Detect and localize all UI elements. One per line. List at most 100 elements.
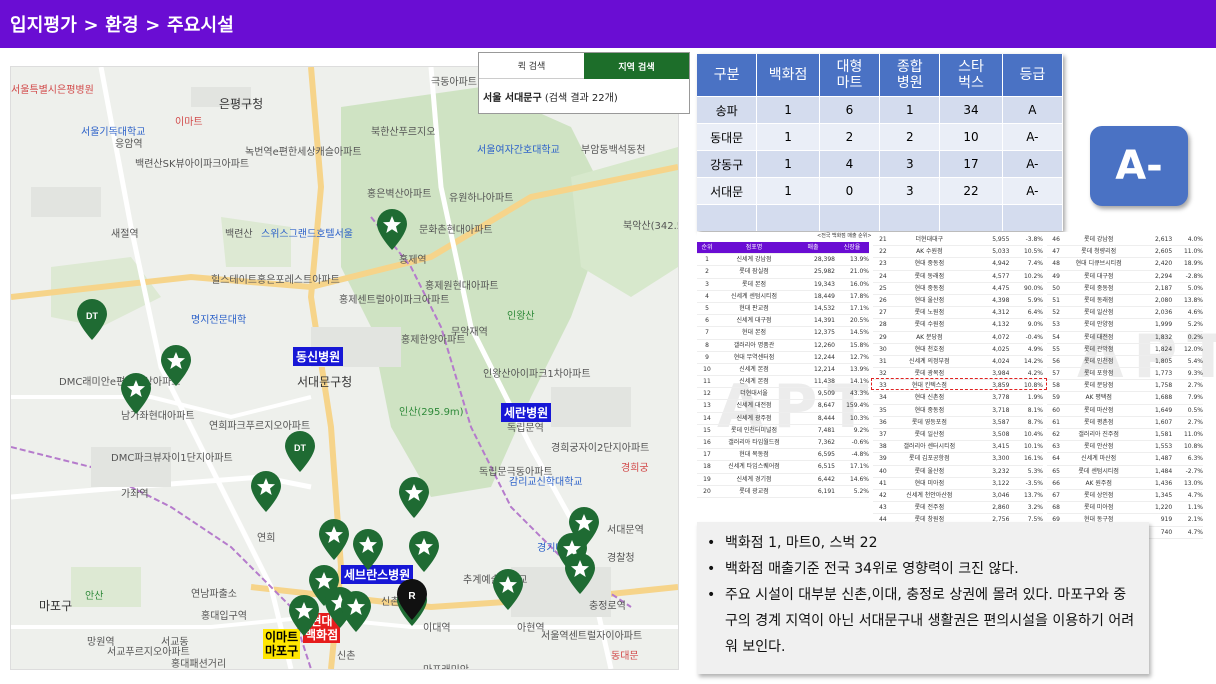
map-label: 감리교신학대학교 [509, 477, 583, 488]
star-pin-icon[interactable] [397, 475, 431, 519]
drive-thru-pin-icon[interactable]: DT [75, 297, 109, 341]
ranking-cell: 16.1% [1023, 455, 1043, 463]
ranking-cell: 7,362 [817, 439, 835, 446]
ranking-cell: 16 [703, 439, 711, 446]
ranking-cell: 4 [705, 292, 709, 300]
table-cell: A- [1002, 123, 1064, 151]
ranking-row: 4 신세계 센텀시티점 18,449 17.8% [697, 291, 869, 303]
star-pin-icon[interactable] [249, 469, 283, 513]
ranking-cell: AK 수원점 [916, 248, 943, 256]
ranking-cell: 43.3% [849, 390, 869, 398]
ranking-cell: 12,375 [814, 329, 835, 337]
column-header: 종합 병원 [879, 54, 941, 97]
drive-thru-pin-icon[interactable]: DT [283, 429, 317, 473]
map-label: 이마트 [175, 117, 203, 128]
ranking-cell: 14.1% [849, 378, 869, 386]
ranking-cell: 4.9% [1027, 345, 1043, 353]
ranking-cell: 롯데 영등포점 [911, 418, 947, 426]
ranking-cell: 59 [1052, 394, 1060, 402]
ranking-cell: 갤러리아 센터시티점 [903, 443, 956, 451]
ranking-cell: 18.9% [1183, 260, 1203, 268]
ranking-cell: 롯데 안산점 [1083, 443, 1114, 451]
map-label: 서울여자간호대학교 [477, 145, 560, 156]
ranking-cell: 58 [1052, 382, 1060, 390]
star-pin-icon[interactable] [317, 517, 351, 561]
map-label: 인왕산 [507, 311, 535, 322]
star-pin-icon[interactable] [351, 527, 385, 571]
ranking-caption: <전국 백화점 매출 순위> [817, 233, 872, 239]
ranking-cell: 롯데 노원점 [914, 309, 945, 317]
map-label: 문화촌현대아파트 [419, 225, 493, 236]
ranking-cell: -2.7% [1185, 467, 1203, 475]
star-pin-icon[interactable] [119, 371, 153, 415]
ranking-cell: 3 [705, 280, 709, 288]
ranking-cell: 8.1% [1027, 406, 1043, 414]
table-row: 동대문 1 2 2 10 A- [697, 123, 1064, 151]
ranking-cell: 1,553 [1154, 443, 1173, 451]
star-pin-icon[interactable] [339, 589, 373, 633]
ranking-cell: 6.3% [1187, 455, 1203, 463]
column-header: 구분 [697, 54, 758, 97]
table-cell: 2 [819, 123, 881, 151]
ranking-cell: 4,942 [992, 260, 1010, 268]
ranking-cell: 4.7% [1187, 528, 1203, 536]
ranking-cell: 8,444 [817, 414, 835, 422]
ranking-cell: 14.5% [849, 329, 869, 337]
ranking-cell: 현대 본점 [742, 329, 766, 337]
ranking-cell: 66 [1052, 479, 1060, 487]
ranking-cell: 10.8% [1183, 443, 1203, 451]
ranking-cell: 7,481 [817, 426, 835, 434]
ranking-cell: 29 [879, 333, 887, 341]
star-pin-icon[interactable] [375, 207, 409, 251]
table-cell: 1 [756, 96, 820, 124]
ranking-cell: 5.2% [1187, 321, 1203, 329]
ranking-row: 56 롯데 인천점 1,805 5.4% [1047, 356, 1203, 369]
ranking-cell: 38 [879, 443, 887, 451]
ranking-cell: 65 [1052, 467, 1060, 475]
ranking-row: 36 롯데 영등포점 3,587 8.7% [873, 417, 1043, 429]
ranking-cell: 0.2% [1187, 333, 1203, 341]
ranking-cell: 3,232 [992, 467, 1010, 475]
ranking-cell: 롯데 전주점 [914, 504, 945, 512]
star-pin-icon[interactable] [491, 567, 525, 611]
tab-region-search[interactable]: 지역 검색 [584, 53, 689, 79]
ranking-cell: 25,982 [814, 268, 835, 276]
ranking-header: 신장율 [843, 244, 861, 251]
ranking-cell: 7.9% [1187, 394, 1203, 402]
ranking-cell: 1,436 [1154, 479, 1173, 487]
ranking-cell: 20.5% [849, 317, 869, 325]
star-pin-icon[interactable] [287, 593, 321, 637]
ranking-cell: 신세계 대전점 [736, 402, 772, 410]
map-view[interactable]: 서울특별시은평병원 은평구청 서울기독대학교 이마트 백련산SK뷰아이파크아파트… [10, 66, 679, 670]
ranking-cell: 10.5% [1023, 248, 1043, 256]
ranking-row: 58 롯데 분당점 1,758 2.7% [1047, 380, 1203, 393]
ranking-cell: 1,649 [1154, 406, 1173, 414]
ranking-row: 17 현대 목동점 6,595 -4.8% [697, 449, 869, 462]
ranking-cell: 2,613 [1154, 236, 1173, 243]
star-pin-icon[interactable] [159, 343, 193, 387]
ranking-cell: 3,778 [992, 394, 1010, 402]
ranking-cell: AK 원주점 [1085, 479, 1112, 487]
ranking-cell: 67 [1052, 491, 1060, 499]
ranking-cell: -3.5% [1025, 479, 1043, 487]
ranking-cell: 46 [1052, 236, 1060, 243]
star-pin-icon[interactable] [407, 529, 441, 573]
map-label: 백련산SK뷰아이파크아파트 [135, 159, 250, 170]
ranking-cell: 1,805 [1154, 357, 1173, 365]
ranking-cell: 신세계 천안아산점 [906, 491, 953, 499]
ranking-row: 7 현대 본점 12,375 14.5% [697, 327, 869, 340]
ranking-cell: 9,509 [817, 390, 835, 398]
table-cell: 0 [819, 177, 881, 205]
reserve-pin-icon[interactable]: R [395, 577, 429, 621]
table-cell: 서대문 [697, 177, 758, 205]
ranking-cell: 34 [879, 394, 887, 402]
star-pin-icon[interactable] [563, 551, 597, 595]
ranking-cell: 13.8% [1183, 296, 1203, 304]
tab-quick-search[interactable]: 퀵 검색 [479, 53, 584, 79]
ranking-cell: 롯데 동래점 [914, 272, 945, 280]
ranking-cell: 26 [879, 296, 887, 304]
ranking-cell: 4.7% [1187, 491, 1203, 499]
ranking-header-row: 순위 점포명 매출 신장율 [697, 242, 869, 255]
ranking-column-1: 순위 점포명 매출 신장율 1 신세계 강남점 28,398 13.9% 2 롯데 잠실점 25,9… [697, 242, 869, 498]
map-label: 홍제센트럴아이파크아파트 [339, 295, 450, 306]
